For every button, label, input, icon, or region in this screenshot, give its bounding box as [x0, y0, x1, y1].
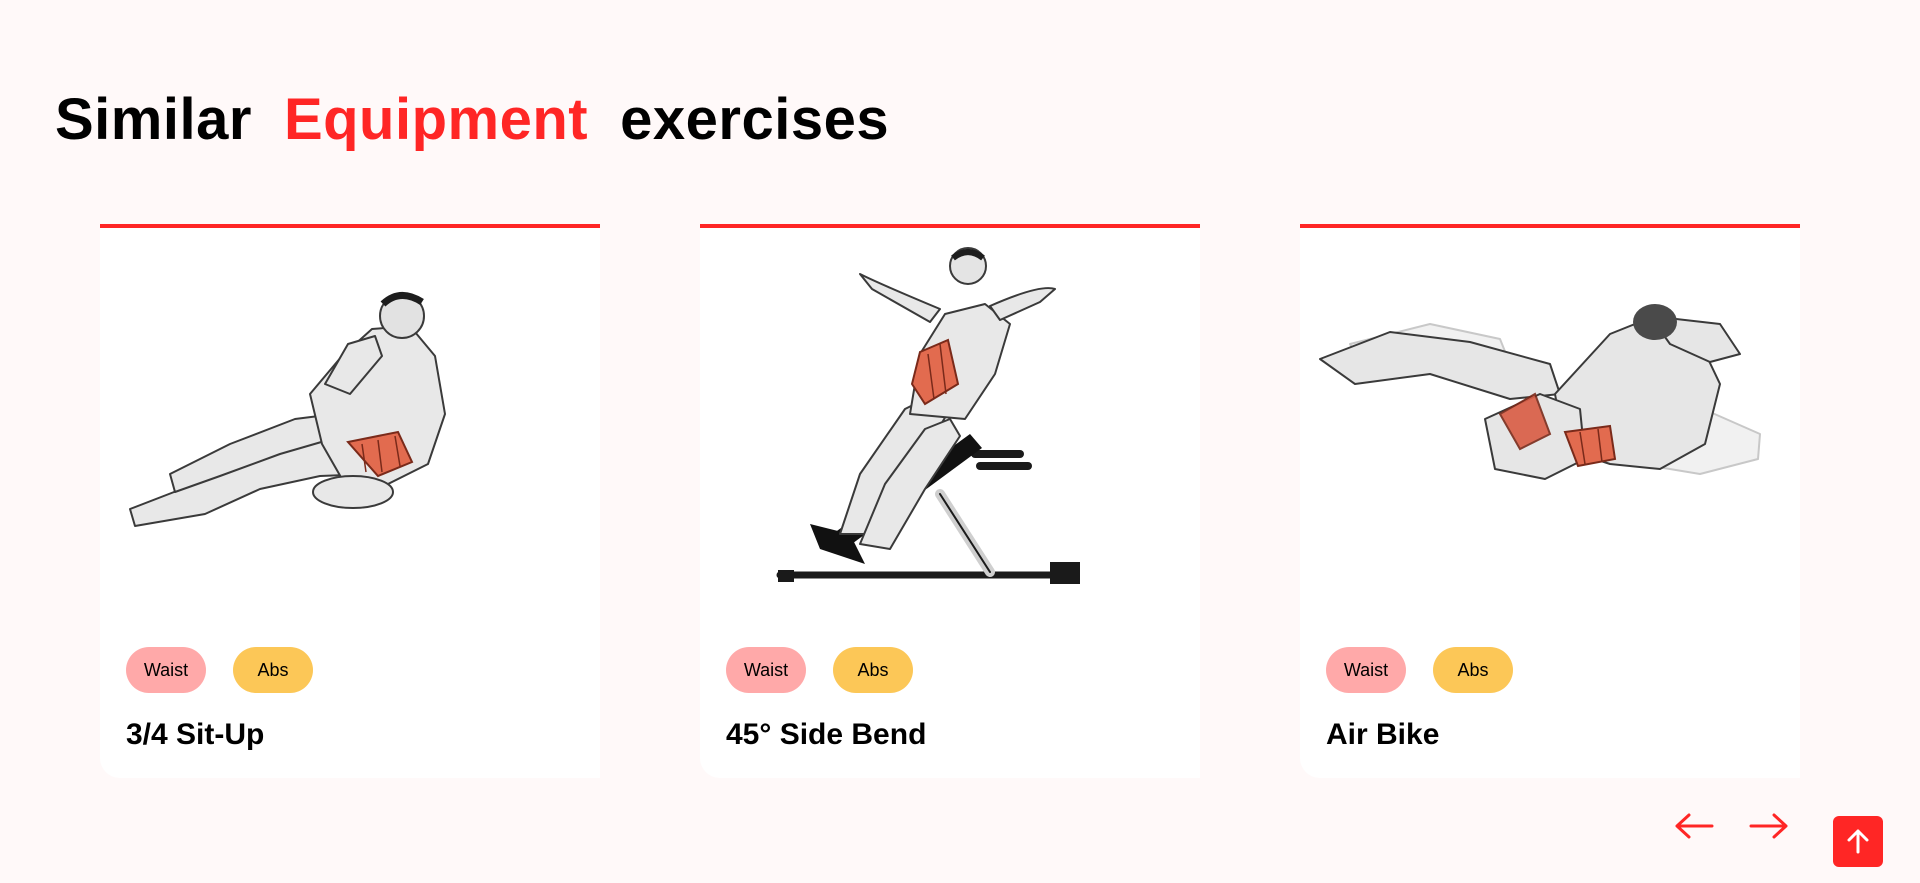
arrow-right-icon — [1749, 813, 1788, 839]
exercise-card[interactable]: Waist Abs Air Bike — [1300, 224, 1800, 778]
scroll-right-button[interactable] — [1746, 806, 1792, 846]
target-muscle-tag[interactable]: Abs — [833, 647, 913, 693]
scroll-to-top-button[interactable] — [1833, 816, 1883, 867]
arrow-up-icon — [1847, 829, 1869, 854]
sit-up-illustration — [129, 292, 446, 527]
exercise-card[interactable]: Waist Abs 45° Side Bend — [700, 224, 1200, 778]
exercise-name: Air Bike — [1326, 718, 1440, 751]
section-title-part1: Similar — [55, 87, 252, 152]
arrow-left-icon — [1675, 813, 1714, 839]
body-part-tag[interactable]: Waist — [126, 647, 206, 693]
body-part-tag[interactable]: Waist — [726, 647, 806, 693]
section-title: Similar Equipment exercises — [55, 86, 889, 154]
body-part-tag[interactable]: Waist — [1326, 647, 1406, 693]
section-title-accent: Equipment — [283, 87, 589, 152]
exercise-image — [110, 244, 590, 584]
air-bike-illustration — [1319, 304, 1761, 480]
section-title-part2: exercises — [620, 87, 890, 152]
scroll-left-button[interactable] — [1671, 806, 1717, 846]
exercise-name: 45° Side Bend — [726, 718, 927, 751]
exercise-card[interactable]: Waist Abs 3/4 Sit-Up — [100, 224, 600, 778]
target-muscle-tag[interactable]: Abs — [233, 647, 313, 693]
exercise-image — [710, 244, 1190, 584]
exercise-name: 3/4 Sit-Up — [126, 718, 265, 751]
side-bend-bench-illustration — [776, 247, 1080, 584]
exercise-image — [1310, 244, 1790, 584]
target-muscle-tag[interactable]: Abs — [1433, 647, 1513, 693]
